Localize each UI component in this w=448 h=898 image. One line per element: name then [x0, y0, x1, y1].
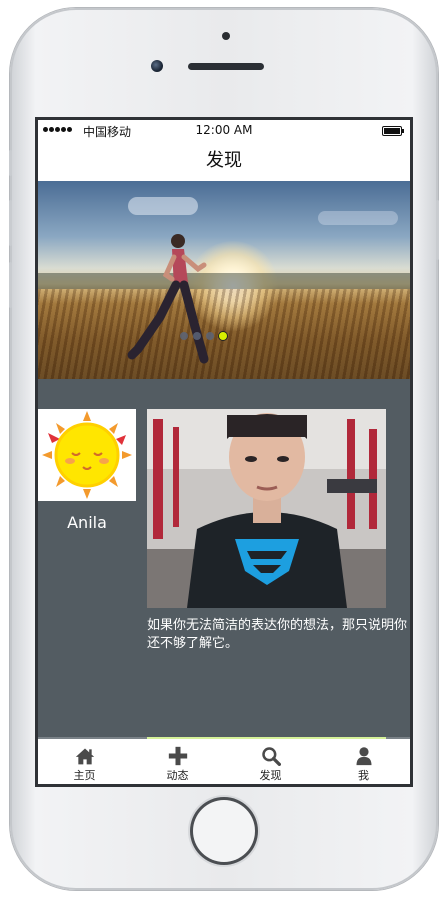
user-icon: [356, 747, 371, 766]
avatar[interactable]: [38, 409, 136, 501]
carousel-dot[interactable]: [206, 332, 214, 340]
nav-bar: 发现: [38, 140, 410, 181]
volume-down-button[interactable]: [9, 262, 12, 308]
mute-switch[interactable]: [9, 150, 12, 176]
banner-carousel[interactable]: [38, 181, 410, 379]
carousel-dot[interactable]: [219, 332, 227, 340]
home-icon: [75, 748, 94, 765]
app-screen: 中国移动 12:00 AM 发现 Anila 如果你无法简洁的表达你的想法，那只…: [35, 117, 413, 787]
volume-up-button[interactable]: [9, 200, 12, 246]
tab-discover[interactable]: 发现: [224, 739, 317, 784]
carousel-dot[interactable]: [193, 332, 201, 340]
tab-label: 发现: [259, 769, 282, 782]
power-button[interactable]: [436, 200, 439, 260]
carousel-dot[interactable]: [180, 332, 188, 340]
username[interactable]: Anila: [38, 513, 136, 532]
battery-icon: [382, 126, 404, 136]
tab-bar: 主页 动态 发现 我: [38, 739, 410, 784]
superman-shirt-man-photo: [147, 409, 386, 608]
search-icon: [261, 747, 281, 766]
plus-icon: [168, 746, 187, 766]
banner-cloud: [128, 197, 198, 215]
banner-horizon: [38, 273, 410, 289]
tab-moments[interactable]: 动态: [131, 739, 224, 784]
sensor: [222, 32, 230, 40]
carousel-indicator: [180, 332, 227, 340]
sun-cartoon-icon: [42, 411, 132, 499]
tab-label: 动态: [166, 769, 189, 782]
tab-home[interactable]: 主页: [38, 739, 131, 784]
tab-me[interactable]: 我: [317, 739, 410, 784]
tab-label: 主页: [73, 769, 96, 782]
runner-silhouette: [127, 234, 209, 364]
earpiece-speaker: [188, 63, 264, 70]
clock: 12:00 AM: [195, 123, 253, 137]
front-camera: [151, 60, 163, 72]
home-button[interactable]: [193, 800, 255, 862]
tab-label: 我: [358, 769, 369, 782]
page-title: 发现: [206, 150, 242, 171]
post-text: 如果你无法简洁的表达你的想法，那只说明你还不够了解它。: [147, 618, 408, 651]
post-image[interactable]: [147, 409, 386, 608]
banner-cloud: [318, 211, 398, 225]
status-bar: 中国移动 12:00 AM: [38, 120, 410, 140]
